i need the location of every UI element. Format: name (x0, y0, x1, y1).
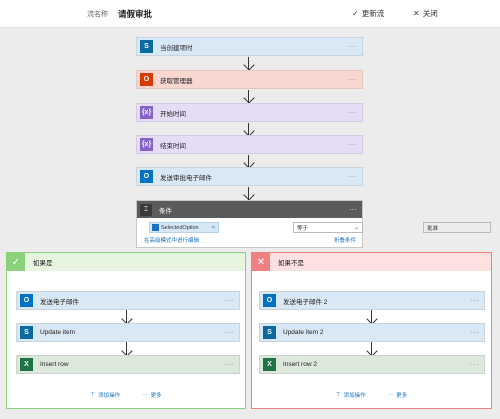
step-end-time[interactable]: {x} 结束时间 ··· (136, 135, 363, 154)
step-send-email[interactable]: O 发送电子邮件 ··· (16, 291, 240, 310)
step-insert-row-2[interactable]: X Insert row 2 ··· (259, 355, 485, 374)
step-start-time[interactable]: {x} 开始时间 ··· (136, 103, 363, 122)
outlook-icon (152, 224, 159, 231)
value-input[interactable]: 批准 (423, 222, 491, 233)
more-icon: ··· (387, 392, 394, 398)
condition-icon: ⌶ (140, 203, 152, 216)
sharepoint-icon: S (140, 40, 153, 53)
step-title: 发送电子邮件 (40, 298, 79, 306)
step-when-item-created[interactable]: S 当创建项时 ··· (136, 37, 363, 56)
close-button[interactable]: ✕ 关闭 (413, 8, 438, 19)
condition-card[interactable]: ⌶ 条件 ··· SelectedOption × 等于 ⌄ 批准 在高级模式中… (136, 200, 491, 248)
more-options-icon[interactable]: ··· (348, 172, 358, 181)
close-icon: ✕ (252, 253, 270, 271)
close-icon: ✕ (413, 9, 420, 18)
office365-icon: O (140, 73, 153, 86)
step-get-manager[interactable]: O 获取管理器 ··· (136, 70, 363, 89)
value-text: 批准 (427, 225, 439, 232)
add-action-button[interactable]: ⊤ 添加操作 (336, 391, 366, 399)
step-update-item-2[interactable]: S Update item 2 ··· (259, 323, 485, 342)
step-title: 获取管理器 (160, 77, 193, 85)
operator-select[interactable]: 等于 ⌄ (293, 222, 363, 233)
operator-value: 等于 (297, 225, 309, 232)
chevron-down-icon: ⌄ (353, 225, 359, 231)
step-title: Insert row (40, 361, 69, 368)
add-action-icon: ⊤ (335, 392, 341, 398)
expression-icon: {x} (140, 106, 153, 119)
check-icon: ✓ (7, 253, 25, 271)
step-title: 当创建项时 (160, 44, 193, 52)
flow-name[interactable]: 请假审批 (118, 8, 152, 20)
excel-icon: X (20, 358, 33, 371)
close-label: 关闭 (422, 9, 438, 18)
edit-advanced-link[interactable]: 在高级模式中进行编辑 (144, 236, 199, 244)
sharepoint-icon: S (263, 326, 276, 339)
step-title: Update item 2 (283, 329, 324, 336)
update-flow-button[interactable]: ✓ 更新流 (352, 8, 384, 19)
add-action-label: 添加操作 (98, 393, 121, 399)
remove-token-icon[interactable]: × (212, 225, 215, 231)
more-options-icon[interactable]: ··· (348, 75, 358, 84)
step-title: Insert row 2 (283, 361, 317, 368)
outlook-icon: O (140, 170, 153, 183)
connector-arrow (243, 90, 255, 104)
collapse-condition-link[interactable]: 折叠条件 (334, 236, 356, 244)
update-flow-label: 更新流 (361, 9, 385, 18)
check-icon: ✓ (352, 9, 359, 18)
more-icon: ··· (142, 392, 148, 398)
more-button[interactable]: ··· 更多 (388, 391, 408, 399)
more-options-icon[interactable]: ··· (225, 360, 235, 369)
branch-actions: ⊤ 添加操作 ··· 更多 (7, 391, 245, 399)
outlook-icon: O (263, 294, 276, 307)
top-bar: 流名称 请假审批 ✓ 更新流 ✕ 关闭 (0, 0, 500, 28)
step-title: 发送电子邮件 2 (283, 298, 328, 306)
step-send-approval-email[interactable]: O 发送审批电子邮件 ··· (136, 167, 363, 186)
more-label: 更多 (396, 393, 408, 399)
excel-icon: X (263, 358, 276, 371)
step-update-item[interactable]: S Update item ··· (16, 323, 240, 342)
add-action-icon: ⊤ (90, 392, 96, 398)
step-insert-row[interactable]: X Insert row ··· (16, 355, 240, 374)
more-options-icon[interactable]: ··· (470, 360, 480, 369)
connector-arrow (243, 187, 255, 201)
branch-header[interactable]: ✕ 如果不是 (252, 253, 491, 271)
branch-if-yes: ✓ 如果是 O 发送电子邮件 ··· S Update item ··· X I… (6, 252, 246, 409)
more-options-icon[interactable]: ··· (470, 328, 480, 337)
step-title: 开始时间 (160, 110, 186, 118)
step-title: 发送审批电子邮件 (160, 174, 212, 182)
add-action-button[interactable]: ⊤ 添加操作 (90, 391, 120, 399)
more-label: 更多 (150, 393, 162, 399)
more-options-icon[interactable]: ··· (470, 296, 480, 305)
branch-title: 如果不是 (278, 260, 304, 267)
more-options-icon[interactable]: ··· (349, 205, 357, 214)
condition-header[interactable]: ⌶ 条件 ··· (137, 201, 362, 218)
more-options-icon[interactable]: ··· (225, 296, 235, 305)
outlook-icon: O (20, 294, 33, 307)
expression-icon: {x} (140, 138, 153, 151)
branch-header[interactable]: ✓ 如果是 (7, 253, 245, 271)
flow-name-label: 流名称 (87, 11, 108, 18)
connector-arrow (243, 57, 255, 71)
sharepoint-icon: S (20, 326, 33, 339)
more-options-icon[interactable]: ··· (225, 328, 235, 337)
branch-actions: ⊤ 添加操作 ··· 更多 (252, 391, 491, 399)
branch-title: 如果是 (33, 260, 53, 267)
more-options-icon[interactable]: ··· (348, 140, 358, 149)
more-options-icon[interactable]: ··· (348, 108, 358, 117)
step-title: Update item (40, 329, 76, 336)
add-action-label: 添加操作 (343, 393, 366, 399)
condition-title: 条件 (159, 207, 172, 215)
more-button[interactable]: ··· 更多 (142, 391, 162, 399)
token-label: SelectedOption (161, 224, 199, 231)
more-options-icon[interactable]: ··· (348, 42, 358, 51)
step-title: 结束时间 (160, 142, 186, 150)
step-send-email-2[interactable]: O 发送电子邮件 2 ··· (259, 291, 485, 310)
branch-if-no: ✕ 如果不是 O 发送电子邮件 2 ··· S Update item 2 ··… (251, 252, 492, 409)
condition-token[interactable]: SelectedOption × (149, 222, 219, 233)
